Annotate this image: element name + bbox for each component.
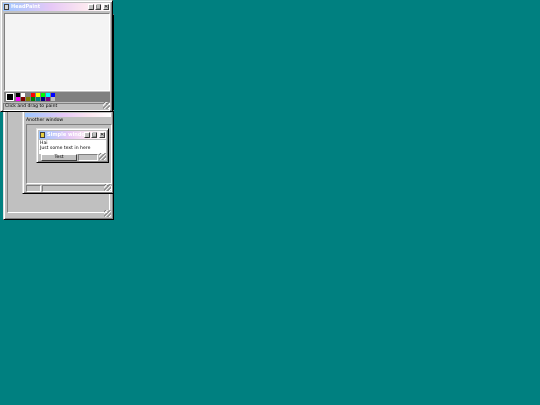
simple-window-text-2: Just some text in here	[40, 146, 91, 151]
simple-window-status-cell	[78, 154, 98, 161]
color-swatch[interactable]	[41, 97, 45, 101]
color-swatch[interactable]	[26, 97, 30, 101]
paint-canvas[interactable]	[4, 13, 110, 91]
resize-grip-icon[interactable]	[104, 184, 111, 191]
resize-grip-icon[interactable]	[104, 210, 111, 217]
color-swatch[interactable]	[36, 97, 40, 101]
paint-window-titlebar[interactable]: HeadPaint _ □ ✕	[3, 3, 110, 11]
color-palette	[4, 92, 110, 102]
paint-window[interactable]: HeadPaint _ □ ✕ Click and drag to paint	[0, 0, 113, 112]
color-swatch[interactable]	[16, 97, 20, 101]
another-window-statusbar	[26, 185, 41, 192]
folder-icon	[40, 132, 45, 138]
paint-window-title: HeadPaint	[11, 4, 41, 10]
color-swatch[interactable]	[21, 97, 25, 101]
maximize-button[interactable]: □	[95, 4, 101, 10]
simple-window-content: Hai Just some text in here	[39, 140, 106, 154]
color-swatch[interactable]	[31, 97, 35, 101]
paint-status-text: Click and drag to paint	[5, 104, 58, 109]
palette-swatches	[16, 93, 56, 101]
another-window-label: Another window	[26, 118, 64, 123]
color-swatch[interactable]	[46, 97, 50, 101]
test-button[interactable]: Test	[41, 154, 77, 161]
simple-window-titlebar[interactable]: Simple window _ □ ✕	[39, 131, 106, 139]
current-color-swatch[interactable]	[6, 93, 14, 101]
paint-app-icon	[4, 4, 9, 10]
minimize-button[interactable]: _	[84, 132, 90, 138]
color-swatch[interactable]	[51, 97, 55, 101]
resize-grip-icon[interactable]	[99, 153, 106, 160]
paint-statusbar: Click and drag to paint	[3, 103, 110, 111]
maximize-button[interactable]: □	[91, 132, 97, 138]
simple-window[interactable]: Simple window _ □ ✕ Hai Just some text i…	[36, 128, 109, 163]
resize-grip-icon[interactable]	[103, 102, 110, 109]
another-window-titlebar[interactable]	[25, 113, 111, 117]
minimize-button[interactable]: _	[88, 4, 94, 10]
close-button[interactable]: ✕	[103, 4, 109, 10]
another-window[interactable]: Another window Simple window _ □ ✕ Hai J…	[22, 110, 114, 194]
close-button[interactable]: ✕	[99, 132, 105, 138]
another-window-statusbar-main	[42, 185, 112, 192]
